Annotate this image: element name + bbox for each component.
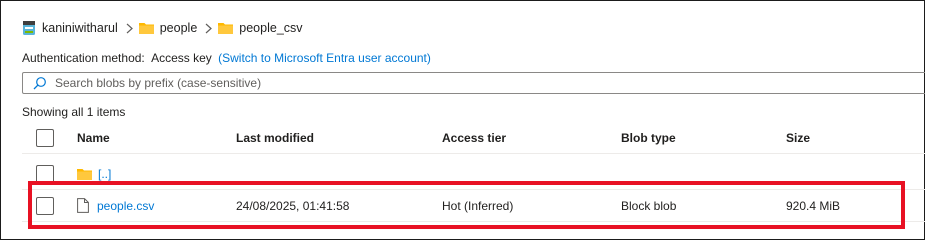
item-count-status: Showing all 1 items [22,105,126,119]
row-checkbox[interactable] [36,164,54,183]
search-input[interactable] [55,76,855,90]
table-header-row: Name Last modified Access tier Blob type… [22,122,925,154]
breadcrumb-people[interactable]: people [138,21,198,35]
authentication-method: Authentication method: Access key (Switc… [22,51,431,65]
column-header-last-modified[interactable]: Last modified [236,131,314,145]
chevron-right-icon [126,23,133,34]
breadcrumb-people-csv[interactable]: people_csv [218,21,303,35]
folder-icon [218,23,234,34]
access-tier-cell: Hot (Inferred) [442,198,514,213]
blob-table: Name Last modified Access tier Blob type… [22,122,925,222]
blob-name-cell[interactable]: people.csv [77,198,154,213]
breadcrumb-label: people [159,21,198,35]
column-header-blob-type[interactable]: Blob type [621,131,676,145]
storage-account-icon [23,21,35,35]
row-checkbox[interactable] [36,196,54,215]
breadcrumb-label: people_csv [239,21,303,35]
breadcrumb: kaniniwitharul people people_csv [22,19,303,37]
column-header-size[interactable]: Size [786,131,810,145]
folder-icon [138,23,154,34]
size-cell: 920.4 MiB [786,198,841,213]
parent-directory-link[interactable]: [..] [77,167,111,181]
folder-icon [77,168,92,180]
blob-type-cell: Block blob [621,198,677,213]
blob-name-link[interactable]: people.csv [97,199,154,213]
breadcrumb-label: kaniniwitharul [42,21,118,35]
parent-directory-label[interactable]: [..] [98,167,111,181]
auth-value: Access key [151,51,212,65]
column-header-access-tier[interactable]: Access tier [442,131,506,145]
switch-auth-link[interactable]: (Switch to Microsoft Entra user account) [218,51,431,65]
table-row-parent[interactable]: [..] [22,158,925,190]
table-row[interactable]: people.csv 24/08/2025, 01:41:58 Hot (Inf… [22,190,925,222]
select-all-checkbox[interactable] [36,128,54,147]
auth-label: Authentication method: [22,51,145,65]
last-modified-cell: 24/08/2025, 01:41:58 [236,198,350,213]
breadcrumb-storage-account[interactable]: kaniniwitharul [22,20,118,36]
chevron-right-icon [205,23,213,34]
column-header-name[interactable]: Name [77,131,110,145]
search-box[interactable] [22,72,925,94]
file-icon [77,198,89,213]
search-icon [33,77,46,90]
